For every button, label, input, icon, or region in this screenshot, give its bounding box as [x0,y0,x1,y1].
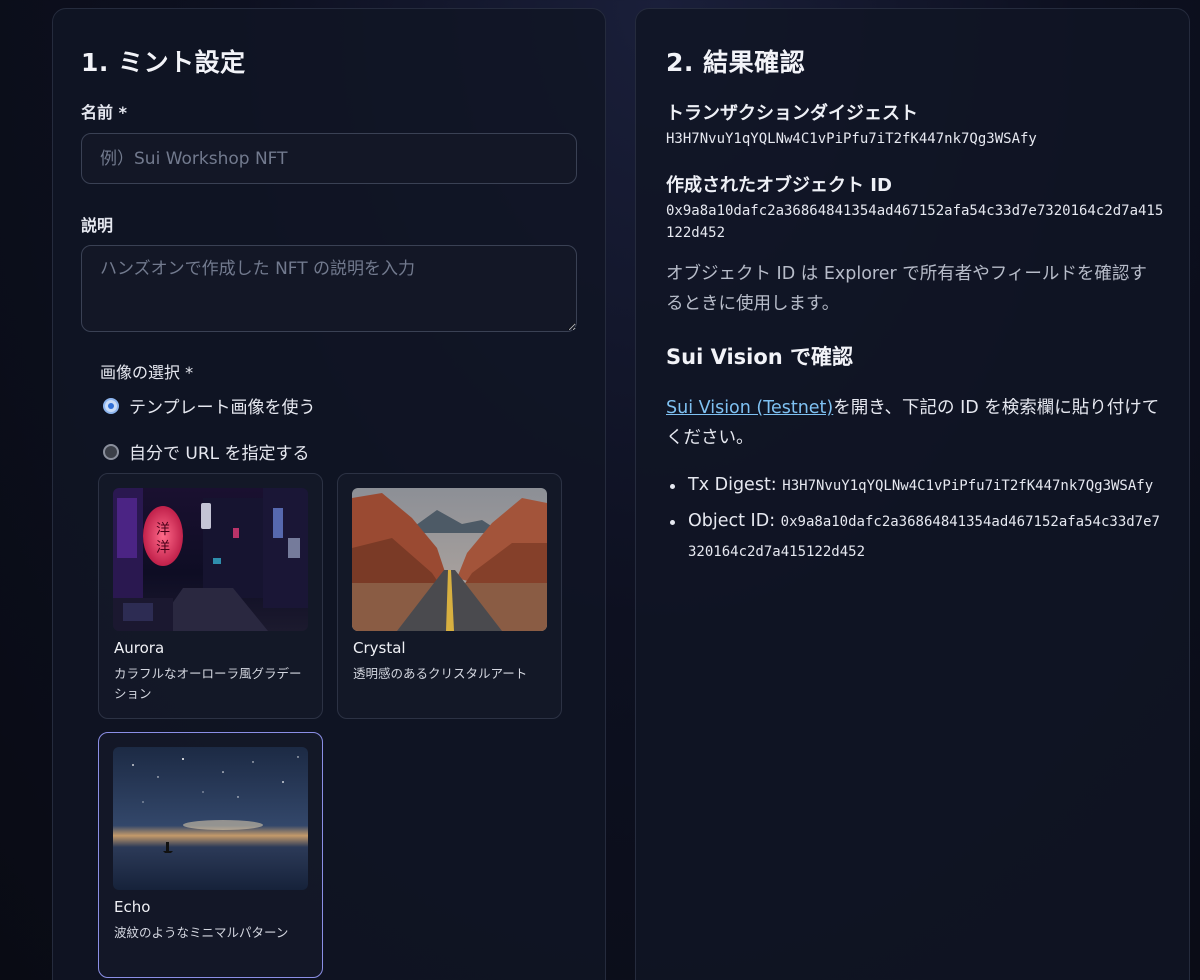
template-card-description: 透明感のあるクリスタルアート [353,666,528,681]
image-selection-label: 画像の選択 * [100,363,194,382]
template-card-echo[interactable]: Echo 波紋のようなミニマルパターン [98,732,323,978]
template-card-description: 波紋のようなミニマルパターン [114,925,289,940]
template-card-title: Echo [114,898,151,916]
sui-vision-link[interactable]: Sui Vision (Testnet) [666,398,833,418]
radio-template-button[interactable] [103,397,119,414]
object-id-item: Object ID: 0x9a8a10dafc2a36864841354ad46… [670,507,1166,567]
description-textarea[interactable] [81,245,577,332]
result-panel: 2. 結果確認 トランザクションダイジェスト H3H7NvuY1qYQLNw4C… [635,8,1190,980]
svg-text:洋: 洋 [156,540,170,556]
radio-custom-url-button[interactable] [103,443,119,460]
template-card-aurora[interactable]: 洋 洋 Aurora カラフルなオーローラ風グラデーション [98,473,323,719]
digest-value: H3H7NvuY1qYQLNw4C1vPiPfu7iT2fK447nk7Qg3W… [666,131,1037,147]
starry-lake-image [113,747,308,890]
object-id-label: 作成されたオブジェクト ID [666,175,892,196]
desert-road-image [352,488,547,631]
object-id-value: 0x9a8a10dafc2a36864841354ad467152afa54c3… [666,203,1164,241]
svg-text:洋: 洋 [156,522,170,538]
result-panel-title: 2. 結果確認 [666,48,806,77]
radio-template-option[interactable]: テンプレート画像を使う [103,393,316,418]
radio-custom-url-option[interactable]: 自分で URL を指定する [103,439,310,464]
tx-digest-item-value: H3H7NvuY1qYQLNw4C1vPiPfu7iT2fK447nk7Qg3W… [782,478,1154,494]
object-id-note: オブジェクト ID は Explorer で所有者やフィールドを確認するときに使… [666,264,1147,314]
sui-vision-heading: Sui Vision で確認 [666,345,854,369]
mint-panel-title: 1. ミント設定 [81,48,246,77]
description-label: 説明 [81,216,114,235]
template-card-description: カラフルなオーローラ風グラデーション [114,666,302,701]
object-id-item-label: Object ID: [688,511,776,531]
id-bullet-list: Tx Digest: H3H7NvuY1qYQLNw4C1vPiPfu7iT2f… [670,471,1166,573]
radio-custom-url-label: 自分で URL を指定する [129,444,310,464]
radio-template-label: テンプレート画像を使う [129,398,316,418]
tx-digest-item-label: Tx Digest: [688,475,777,495]
template-card-title: Aurora [114,639,165,657]
name-label: 名前 * [81,103,127,122]
sui-vision-instructions: Sui Vision (Testnet)を開き、下記の ID を検索欄に貼り付け… [666,393,1161,453]
template-card-crystal[interactable]: Crystal 透明感のあるクリスタルアート [337,473,562,719]
neon-alley-image: 洋 洋 [113,488,308,631]
mint-settings-panel: 1. ミント設定 名前 * 説明 画像の選択 * テンプレート画像を使う 自分で… [52,8,606,980]
template-card-title: Crystal [353,639,406,657]
name-input[interactable] [81,133,577,184]
digest-label: トランザクションダイジェスト [666,103,918,124]
tx-digest-item: Tx Digest: H3H7NvuY1qYQLNw4C1vPiPfu7iT2f… [670,471,1166,501]
